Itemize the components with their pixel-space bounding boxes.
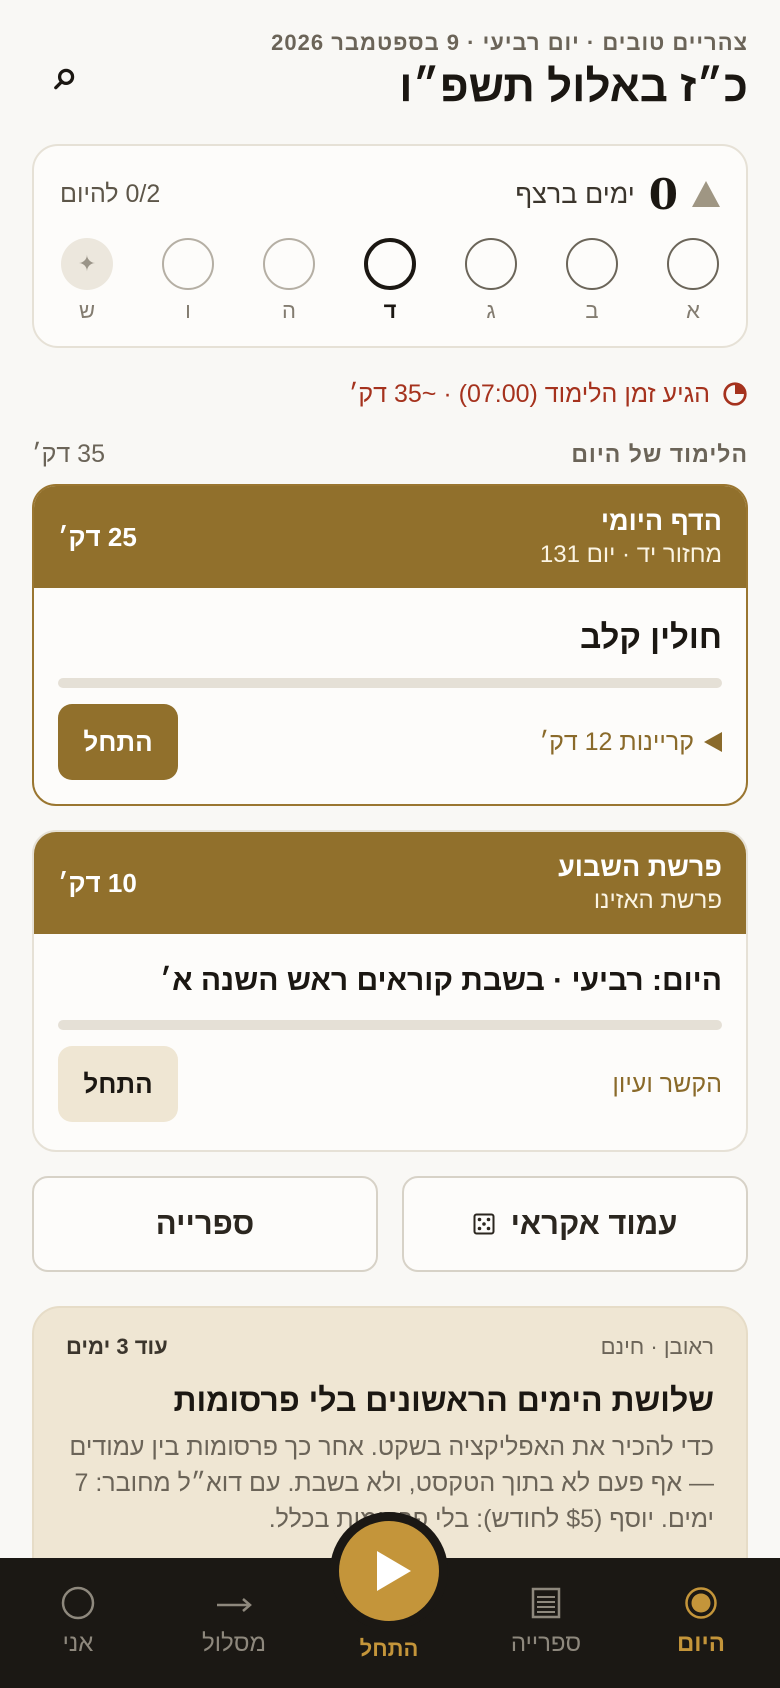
tab-label: אני [62,1630,94,1657]
streak-count: 0 [648,169,678,219]
tab-me[interactable]: אני [8,1580,148,1658]
today-progress: 0/2 להיום [60,179,161,208]
search-button[interactable] [48,66,78,96]
lesson-subtitle: מחזור יד · יום 131 [539,541,722,568]
play-icon [377,1551,411,1591]
day-label: ד [383,298,397,323]
start-play-button[interactable] [330,1512,448,1630]
random-page-button[interactable]: עמוד אקראי [402,1176,748,1272]
day-tuesday[interactable]: ג [460,238,522,328]
narration-label: קריינות 12 דק׳ [539,727,694,756]
streak-card: 0 ימים ברצף 0/2 להיום א ב ג ד ה ו ✦ ש [32,144,748,348]
day-wednesday-today[interactable]: ד [359,238,421,328]
day-monday[interactable]: ב [561,238,623,328]
tab-label: ספרייה [510,1630,582,1657]
start-button[interactable]: התחל [58,704,178,780]
quick-actions: עמוד אקראי ספרייה [32,1176,748,1272]
lesson-title: פרשת השבוע [558,852,722,882]
random-page-label: עמוד אקראי [510,1206,678,1241]
day-label: ב [585,298,599,323]
day-label: ג [486,298,496,323]
day-shabbat: ✦ ש [56,238,118,328]
study-time-alert: הגיע זמן הלימוד (07:00) · ~35 דק׳ [32,376,748,412]
dice-icon [473,1213,495,1235]
day-sunday[interactable]: א [662,238,724,328]
day-circle-today [364,238,416,290]
lesson-progress-bar [58,678,722,688]
day-circle [667,238,719,290]
day-friday[interactable]: ו [157,238,219,328]
tab-label: היום [677,1630,725,1657]
lesson-duration: 10 דק׳ [58,868,137,898]
search-icon [54,68,75,90]
day-circle [263,238,315,290]
tab-library[interactable]: ספרייה [476,1580,616,1658]
tab-label: מסלול [202,1630,266,1657]
section-header: הלימוד של היום 35 דק׳ [32,440,748,469]
lesson-subtitle: פרשת האזינו [593,887,722,914]
day-thursday[interactable]: ה [258,238,320,328]
play-button-face [339,1521,439,1621]
clock-icon [723,382,747,406]
streak-triangle-icon [692,181,720,207]
day-label: ה [282,298,296,323]
day-label: ש [78,298,96,323]
library-icon [531,1587,561,1619]
shabbat-star-icon: ✦ [61,238,113,290]
greeting-text: צהריים טובים · יום רביעי · 9 בספטמבר 202… [271,30,748,55]
promo-remaining: עוד 3 ימים [66,1334,168,1359]
tab-today[interactable]: היום [631,1580,771,1658]
lesson-progress-bar [58,1020,722,1030]
header: צהריים טובים · יום רביעי · 9 בספטמבר 202… [32,30,748,120]
narration-link[interactable]: קריינות 12 דק׳ [539,728,722,757]
alert-text: הגיע זמן הלימוד (07:00) · ~35 דק׳ [348,379,710,408]
lesson-text: היום: רביעי · בשבת קוראים ראש השנה א׳ [159,964,722,997]
hebrew-date: כ״ז באלול תשפ״ו [399,62,748,111]
play-icon [704,732,722,752]
lesson-card-parasha[interactable]: פרשת השבוע פרשת האזינו 10 דק׳ היום: רביע… [32,830,748,1152]
lesson-text: חולין קלב [580,618,722,655]
lesson-duration: 25 דק׳ [58,522,137,552]
start-button[interactable]: התחל [58,1046,178,1122]
day-circle [465,238,517,290]
section-total-time: 35 דק׳ [32,440,105,468]
promo-title: שלושת הימים הראשונים בלי פרסומות [173,1382,714,1418]
day-circle [162,238,214,290]
today-target-icon [685,1587,717,1619]
context-link[interactable]: הקשר ועיון [612,1070,722,1099]
day-label: א [686,298,700,323]
promo-by: ראובן · חינם [600,1334,714,1359]
tab-path[interactable]: מסלול [164,1580,304,1658]
library-button[interactable]: ספרייה [32,1176,378,1272]
lesson-header: פרשת השבוע פרשת האזינו 10 דק׳ [34,832,746,934]
streak-label: ימים ברצף [515,178,635,209]
section-title: הלימוד של היום [571,441,748,467]
profile-circle-icon [61,1586,95,1620]
day-circle [566,238,618,290]
lesson-header: הדף היומי מחזור יד · יום 131 25 דק׳ [34,486,746,588]
lesson-title: הדף היומי [600,506,722,536]
arrow-icon [217,1598,252,1612]
week-days: א ב ג ד ה ו ✦ ש [56,238,724,328]
start-tab-label: התחל [359,1636,419,1661]
day-label: ו [185,298,191,323]
lesson-card-daf-yomi[interactable]: הדף היומי מחזור יד · יום 131 25 דק׳ חולי… [32,484,748,806]
